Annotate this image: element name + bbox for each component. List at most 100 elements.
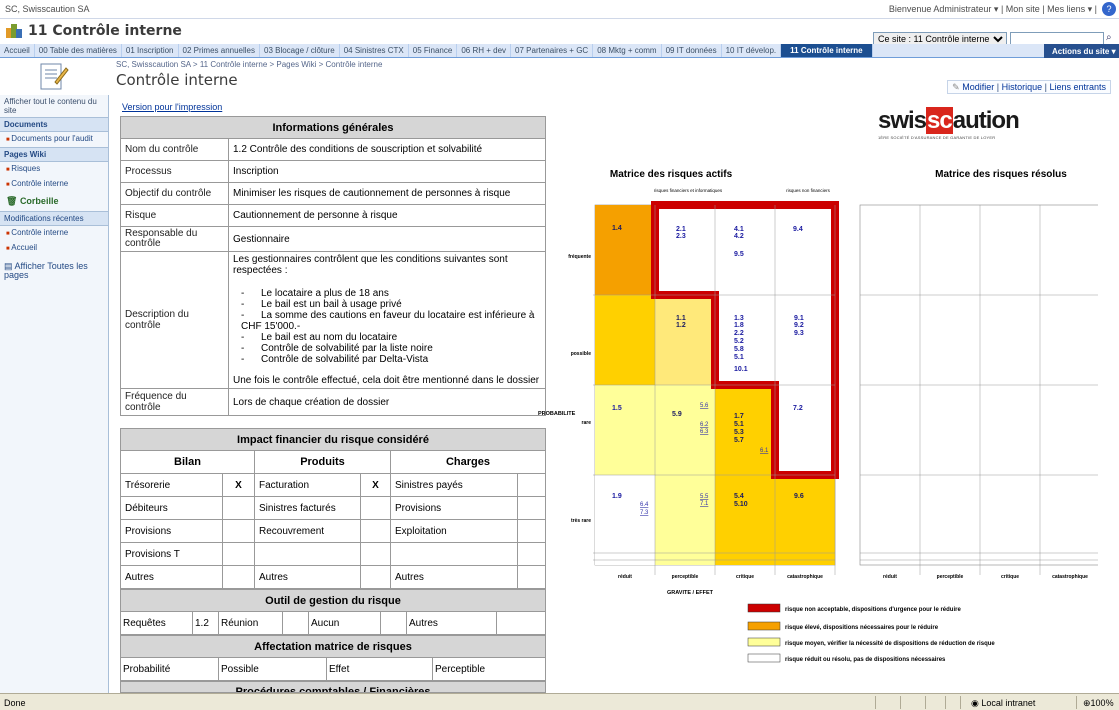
table-cell: [254, 542, 361, 566]
modify-link[interactable]: Modifier: [962, 82, 994, 92]
table-cell: [360, 542, 391, 566]
matrix-cell: [775, 475, 835, 565]
svg-text:2.3: 2.3: [676, 233, 686, 240]
column-header: Bilan: [120, 450, 255, 474]
tab-06[interactable]: 06 RH + dev: [457, 44, 512, 57]
quick-launch-item[interactable]: Contrôle interne: [0, 177, 108, 192]
incoming-links-link[interactable]: Liens entrants: [1049, 82, 1106, 92]
view-all-content-link[interactable]: Afficher tout le contenu du site: [0, 95, 108, 117]
site-title[interactable]: 11 Contrôle interne: [28, 23, 182, 39]
table-cell: Trésorerie: [120, 473, 223, 497]
field-value: Gestionnaire: [228, 226, 546, 252]
svg-text:9.4: 9.4: [793, 226, 803, 233]
print-version-link[interactable]: Version pour l'impression: [122, 102, 222, 112]
section-header: Affectation matrice de risques: [120, 635, 546, 658]
page-header: SC, Swisscaution SA > 11 Contrôle intern…: [0, 58, 1119, 95]
quick-launch-item[interactable]: Accueil: [0, 241, 108, 256]
breadcrumb[interactable]: SC, Swisscaution SA > 11 Contrôle intern…: [116, 60, 382, 69]
table-row: Débiteurs Sinistres facturés Provisions: [120, 496, 546, 520]
legend-swatch: [747, 637, 781, 647]
table-cell: [222, 542, 255, 566]
matrix-cell: [595, 475, 655, 565]
matrix-legend: risque non acceptable, dispositions d'ur…: [747, 603, 995, 663]
site-actions-menu[interactable]: Actions du site ▾: [1044, 44, 1119, 58]
edit-icon: ✎: [952, 82, 960, 92]
tab-11-selected[interactable]: 11 Contrôle interne: [781, 44, 873, 57]
field-value: Minimiser les risques de cautionnement d…: [228, 182, 546, 205]
recycle-bin-link[interactable]: 🗑 Corbeille: [0, 192, 108, 211]
col-label: perceptible: [672, 574, 699, 580]
table-cell: [360, 565, 391, 589]
svg-text:1.8: 1.8: [734, 322, 744, 329]
legend-text: risque moyen, vérifier la nécessité de d…: [785, 641, 995, 647]
legend-swatch: [747, 603, 781, 613]
col-label: perceptible: [937, 574, 964, 580]
section-header-cut: Procédures comptables / Financières: [120, 681, 546, 693]
zoom-icon: ⊕: [1083, 698, 1091, 708]
wiki-pages-heading[interactable]: Pages Wiki: [0, 147, 108, 162]
zoom-level[interactable]: ⊕100%: [1076, 696, 1119, 709]
tab-05[interactable]: 05 Finance: [409, 44, 458, 57]
all-pages-link[interactable]: ▤ Afficher Toutes les pages: [0, 260, 108, 282]
svg-text:7.1: 7.1: [700, 501, 709, 507]
quick-launch-item[interactable]: Contrôle interne: [0, 226, 108, 241]
svg-text:1.3: 1.3: [734, 315, 744, 322]
tab-07[interactable]: 07 Partenaires + GC: [511, 44, 594, 57]
security-zone: ◉ Local intranet: [960, 696, 1056, 709]
legend-swatch: [747, 621, 781, 631]
table-cell: Probabilité: [120, 657, 219, 681]
tab-02[interactable]: 02 Primes annuelles: [179, 44, 260, 57]
field-label: Risque: [120, 204, 229, 227]
description-intro: Les gestionnaires contrôlent que les con…: [233, 254, 508, 276]
svg-text:6.2: 6.2: [700, 422, 709, 428]
section-header: Outil de gestion du risque: [120, 589, 546, 612]
top-bar: SC, Swisscaution SA Bienvenue Administra…: [0, 0, 1119, 19]
tab-accueil[interactable]: Accueil: [0, 44, 35, 57]
wiki-page-icon: [40, 63, 69, 90]
svg-text:6.3: 6.3: [700, 429, 709, 435]
help-icon[interactable]: ?: [1102, 2, 1116, 16]
status-text: Done: [4, 698, 26, 708]
field-value: 1.2 Contrôle des conditions de souscript…: [228, 138, 546, 161]
svg-text:5.3: 5.3: [734, 429, 744, 436]
risk-matrix-assignment-table: Affectation matrice de risques Probabili…: [120, 635, 546, 681]
col-label: catastrophique: [1052, 574, 1088, 580]
svg-text:4.1: 4.1: [734, 226, 744, 233]
condition-item: La somme des cautions en faveur du locat…: [241, 310, 541, 332]
tab-03[interactable]: 03 Blocage / clôture: [260, 44, 340, 57]
page-title: Contrôle interne: [116, 71, 238, 89]
top-navigation: Accueil 00 Table des matières 01 Inscrip…: [0, 44, 1119, 58]
svg-text:4.2: 4.2: [734, 233, 744, 240]
svg-text:5.2: 5.2: [734, 338, 744, 345]
matrix-cell: [655, 205, 835, 295]
svg-text:10.1: 10.1: [734, 366, 748, 373]
svg-text:6.1: 6.1: [760, 448, 769, 454]
table-cell: Effet: [326, 657, 433, 681]
quick-launch-item[interactable]: Documents pour l'audit: [0, 132, 108, 147]
tab-09[interactable]: 09 IT données: [662, 44, 722, 57]
field-label: Fréquence du contrôle: [120, 388, 229, 416]
user-links[interactable]: Bienvenue Administrateur ▾ | Mon site | …: [889, 4, 1097, 15]
table-cell: Sinistres facturés: [254, 496, 361, 520]
svg-text:5.6: 5.6: [700, 403, 709, 409]
row-label: très rare: [571, 518, 591, 524]
table-cell: 1.2: [192, 611, 219, 635]
column-header: Charges: [390, 450, 546, 474]
site-name[interactable]: SC, Swisscaution SA: [5, 4, 90, 14]
table-cell: Débiteurs: [120, 496, 223, 520]
svg-text:9.2: 9.2: [794, 322, 804, 329]
condition-item: Le bail est au nom du locataire: [241, 332, 541, 343]
table-cell: Requêtes: [120, 611, 193, 635]
tab-01[interactable]: 01 Inscription: [122, 44, 179, 57]
tab-04[interactable]: 04 Sinistres CTX: [340, 44, 409, 57]
history-link[interactable]: Historique: [1002, 82, 1043, 92]
table-cell: Recouvrement: [254, 519, 361, 543]
tab-10[interactable]: 10 IT dévelop.: [722, 44, 782, 57]
tab-08[interactable]: 08 Mktg + comm: [593, 44, 662, 57]
x-axis-label: GRAVITE / EFFET: [667, 590, 714, 596]
documents-heading[interactable]: Documents: [0, 117, 108, 132]
tab-00[interactable]: 00 Table des matières: [35, 44, 122, 57]
quick-launch-item[interactable]: Risques: [0, 162, 108, 177]
field-value: Cautionnement de personne à risque: [228, 204, 546, 227]
svg-text:1.4: 1.4: [612, 225, 622, 232]
